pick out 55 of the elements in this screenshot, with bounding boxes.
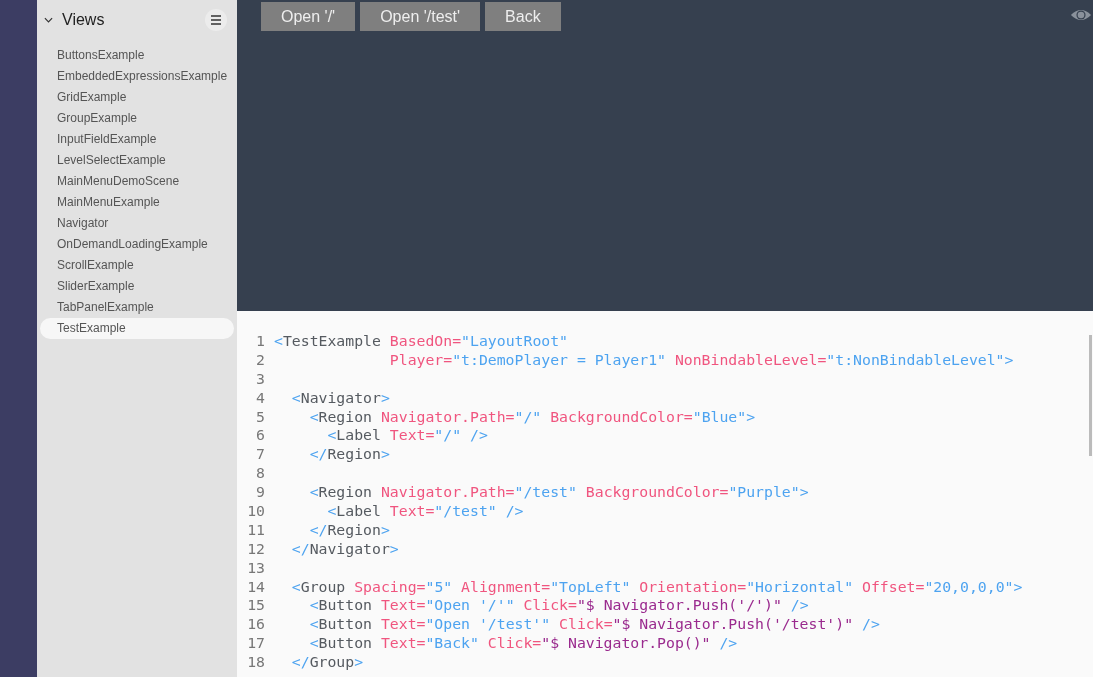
line-number: 11 bbox=[246, 520, 265, 540]
sidebar-item[interactable]: SliderExample bbox=[40, 276, 234, 297]
sidebar-item[interactable]: LevelSelectExample bbox=[40, 150, 234, 171]
line-number: 6 bbox=[255, 426, 265, 446]
code-line: <Navigator> bbox=[290, 388, 390, 408]
code-line: <Region Navigator.Path="/test" BackgroundColor="Purple"> bbox=[308, 483, 809, 502]
line-number: 12 bbox=[246, 539, 265, 559]
code-line: <Button Text="Back" Click="$ Navigator.Pop()" /> bbox=[308, 634, 738, 654]
code-line: </Navigator> bbox=[290, 539, 399, 559]
menu-icon[interactable] bbox=[205, 9, 227, 31]
sidebar-item[interactable]: ScrollExample bbox=[40, 255, 234, 276]
code-line: Player="t:DemoPlayer = Player1" NonBindableLevel="t:NonBindableLevel"> bbox=[388, 350, 1014, 370]
code-line: <Label Text="/" /> bbox=[326, 426, 488, 446]
line-number: 4 bbox=[255, 388, 265, 408]
code-line: <Region Navigator.Path="/" BackgroundColor="Blue"> bbox=[308, 407, 756, 427]
sidebar-item[interactable]: EmbeddedExpressionsExample bbox=[40, 66, 234, 87]
line-number: 10 bbox=[246, 502, 265, 521]
line-number: 8 bbox=[255, 464, 265, 484]
code-line: <Button Text="Open '/test'" Click="$ Navigator.Push('/test')" /> bbox=[308, 615, 880, 635]
sidebar-item[interactable]: MainMenuExample bbox=[40, 192, 234, 213]
sidebar-item[interactable]: GroupExample bbox=[40, 108, 234, 129]
scrollbar[interactable] bbox=[1089, 335, 1092, 456]
sidebar-item[interactable]: TabPanelExample bbox=[40, 297, 234, 318]
sidebar-item[interactable]: ButtonsExample bbox=[40, 45, 234, 66]
sidebar-item[interactable]: TestExample bbox=[40, 318, 234, 339]
sidebar-item[interactable]: Navigator bbox=[40, 213, 234, 234]
line-number: 13 bbox=[246, 558, 265, 578]
sidebar-item[interactable]: OnDemandLoadingExample bbox=[40, 234, 234, 255]
line-number: 16 bbox=[246, 615, 265, 635]
code-line: </Group> bbox=[290, 653, 364, 673]
line-number: 3 bbox=[255, 369, 265, 389]
line-number: 17 bbox=[246, 634, 265, 654]
code-line: <Group Spacing="5" Alignment="TopLeft" Orientation="Horizontal" Offset="20,0,0,0"> bbox=[290, 577, 1023, 597]
preview-button[interactable]: Open '/test' bbox=[360, 2, 481, 31]
line-number: 15 bbox=[246, 596, 265, 616]
line-number: 5 bbox=[255, 407, 265, 427]
code-line: </Region> bbox=[308, 445, 390, 465]
sidebar-item[interactable]: GridExample bbox=[40, 87, 234, 108]
line-number: 9 bbox=[255, 483, 265, 502]
code-line: <Button Text="Open '/'" Click="$ Navigator.Push('/')" /> bbox=[308, 596, 809, 616]
line-number: 14 bbox=[246, 577, 265, 597]
eye-icon[interactable] bbox=[1070, 7, 1092, 23]
line-number: 2 bbox=[255, 350, 265, 370]
line-number: 18 bbox=[246, 653, 265, 673]
sidebar-item[interactable]: MainMenuDemoScene bbox=[40, 171, 234, 192]
sidebar-title: Views bbox=[62, 11, 106, 29]
line-number: 7 bbox=[255, 445, 265, 465]
code-line: <Label Text="/test" /> bbox=[326, 502, 524, 521]
code-line: </Region> bbox=[308, 520, 390, 540]
sidebar-item[interactable]: InputFieldExample bbox=[40, 129, 234, 150]
code-line: <TestExample BasedOn="LayoutRoot" bbox=[274, 332, 568, 351]
preview-button[interactable]: Open '/' bbox=[261, 2, 356, 31]
line-number: 1 bbox=[255, 332, 265, 351]
chevron-down-icon[interactable] bbox=[44, 17, 53, 23]
preview-button[interactable]: Back bbox=[485, 2, 561, 31]
